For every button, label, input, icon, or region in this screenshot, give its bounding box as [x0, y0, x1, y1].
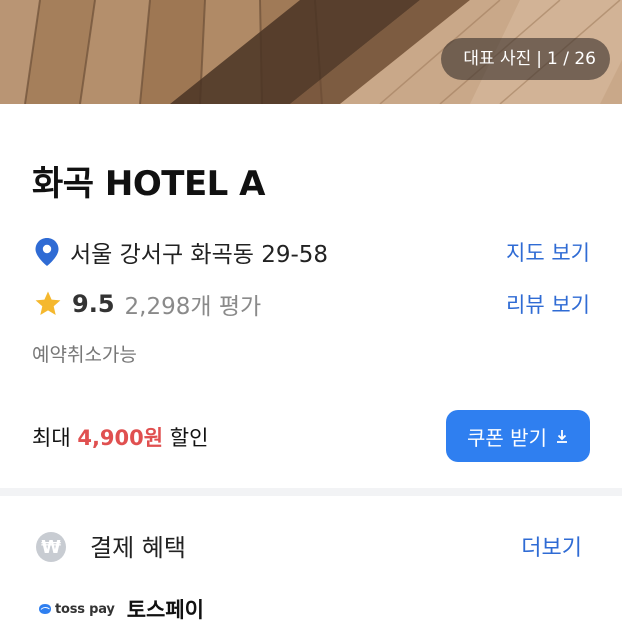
rating-row: 9.5 2,298개 평가 리뷰 보기 — [32, 284, 590, 324]
get-coupon-button[interactable]: 쿠폰 받기 — [446, 410, 590, 462]
toss-pay-logo: toss pay — [38, 602, 115, 617]
max-discount-text: 최대 4,900원 할인 — [32, 422, 208, 452]
payment-benefits-title: 결제 혜택 — [90, 534, 186, 562]
toss-pay-logo-text: toss pay — [55, 601, 115, 617]
rating-score: 9.5 — [72, 290, 115, 318]
toss-pay-row[interactable]: toss pay 토스페이 — [38, 594, 204, 622]
photo-counter-label: 대표 사진 — [463, 49, 532, 69]
hotel-info-section: 화곡 HOTEL A 서울 강서구 화곡동 29-58 지도 보기 9.5 2,… — [0, 104, 622, 488]
won-icon: ₩ — [36, 532, 66, 562]
toss-logo-icon — [39, 604, 51, 614]
photo-counter-position: 1 / 26 — [547, 49, 596, 69]
toss-pay-name: 토스페이 — [126, 598, 204, 622]
star-icon — [35, 291, 61, 315]
hero-photo[interactable]: 대표 사진 | 1 / 26 — [0, 0, 622, 104]
address-row: 서울 강서구 화곡동 29-58 지도 보기 — [32, 232, 590, 272]
payment-benefits-section: ₩ 결제 혜택 더보기 toss pay 토스페이 — [0, 496, 622, 622]
hotel-address: 서울 강서구 화곡동 29-58 — [70, 242, 329, 268]
cancellation-note: 예약취소가능 — [32, 344, 137, 366]
photo-counter-separator: | — [536, 49, 543, 69]
coupon-button-label: 쿠폰 받기 — [467, 425, 547, 450]
review-view-link[interactable]: 리뷰 보기 — [506, 289, 590, 319]
photo-counter[interactable]: 대표 사진 | 1 / 26 — [441, 38, 610, 80]
map-view-link[interactable]: 지도 보기 — [506, 237, 590, 267]
discount-prefix: 최대 — [32, 426, 71, 450]
download-icon — [556, 430, 567, 443]
more-benefits-link[interactable]: 더보기 — [521, 530, 582, 562]
location-pin-icon — [35, 238, 59, 266]
discount-suffix: 할인 — [169, 426, 209, 450]
discount-amount: 4,900원 — [77, 426, 164, 450]
section-divider — [0, 488, 622, 496]
review-count: 2,298개 평가 — [124, 294, 262, 320]
hotel-name: 화곡 HOTEL A — [32, 164, 266, 204]
